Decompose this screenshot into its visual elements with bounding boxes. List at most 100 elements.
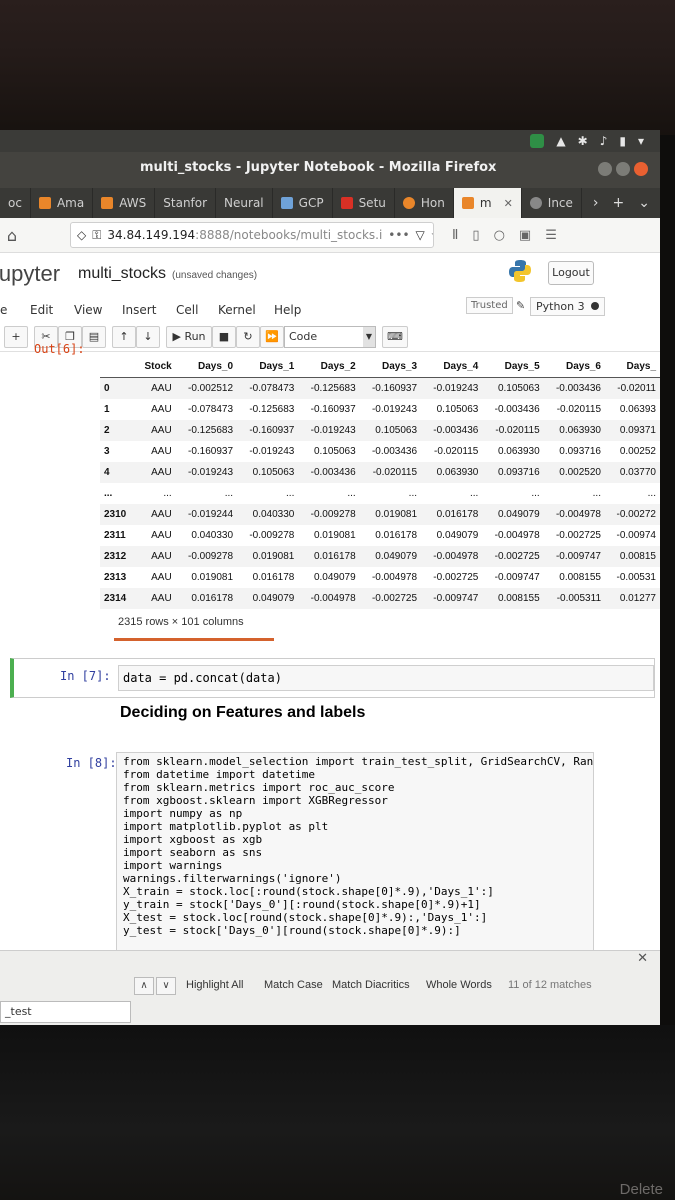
tab-label: Hon [420, 196, 445, 210]
library-icon[interactable]: Ⅱ [452, 228, 458, 243]
match-diacritics-toggle[interactable]: Match Diacritics [332, 979, 410, 991]
code-cell-selected[interactable]: In [7]: data = pd.concat(data) [10, 658, 655, 698]
table-cell: -0.019243 [175, 462, 238, 483]
tab[interactable]: Setu [333, 188, 395, 218]
pocket-icon[interactable]: ▽ [416, 228, 425, 242]
table-cell: 0.06393 [619, 404, 656, 415]
jupyter-header: jupyter multi_stocks (unsaved changes) Lo… [0, 253, 660, 297]
tab[interactable]: Neural [216, 188, 273, 218]
whole-words-toggle[interactable]: Whole Words [426, 979, 492, 991]
code-line: import numpy as np [123, 807, 243, 820]
close-button[interactable] [634, 162, 648, 176]
window-title: multi_stocks - Jupyter Notebook - Mozill… [140, 160, 497, 175]
menu-file[interactable]: e [0, 303, 7, 317]
table-cell: 0.049079 [436, 530, 479, 541]
code-input[interactable]: data = pd.concat(data) [118, 665, 654, 691]
table-cell: ... [531, 488, 540, 499]
table-cell: 0.063930 [543, 420, 605, 441]
jupyter-logo[interactable]: jupyter [0, 261, 60, 287]
code-line: y_train = stock['Days_0'][:round(stock.s… [123, 898, 481, 911]
table-cell: 0.093716 [559, 446, 601, 457]
toolbar-icons: Ⅱ ▯ ○ ▣ ☰ [452, 228, 557, 243]
tab-strip: oc Ama AWS Stanfor Neural GCP Setu Hon m… [0, 188, 660, 218]
logout-button[interactable]: Logout [548, 261, 594, 285]
table-cell: -0.002725 [482, 546, 544, 567]
tab-active[interactable]: m ✕ [453, 188, 522, 218]
menu-help[interactable]: Help [274, 303, 301, 317]
wifi-icon[interactable]: ▲ [556, 134, 565, 148]
menu-insert[interactable]: Insert [122, 303, 156, 317]
table-cell: -0.125683 [249, 404, 295, 415]
table-cell: AAU [134, 588, 176, 609]
table-cell: 0.049079 [482, 504, 544, 525]
extension-icon[interactable]: ▣ [519, 228, 531, 243]
match-case-toggle[interactable]: Match Case [264, 979, 323, 991]
table-cell: AAU [151, 446, 172, 457]
tab[interactable]: AWS [93, 188, 156, 218]
menu-kernel[interactable]: Kernel [218, 303, 256, 317]
menu-cell[interactable]: Cell [176, 303, 198, 317]
tab[interactable]: Stanfor [155, 188, 217, 218]
table-cell: -0.004978 [494, 530, 540, 541]
table-cell: -0.009278 [298, 504, 360, 525]
kernel-indicator: Python 3 [530, 297, 605, 316]
code-input[interactable]: from sklearn.model_selection import trai… [116, 752, 594, 959]
sidebar-icon[interactable]: ▯ [472, 228, 479, 243]
code-line: from sklearn.model_selection import trai… [123, 755, 594, 768]
tab[interactable]: Ama [31, 188, 94, 218]
bookmark-star-icon[interactable]: ☆ [431, 228, 433, 242]
hamburger-menu-icon[interactable]: ☰ [545, 228, 557, 243]
close-tab-icon[interactable]: ✕ [504, 197, 513, 210]
account-icon[interactable]: ○ [494, 228, 505, 243]
find-next-button[interactable]: ∨ [156, 977, 176, 995]
insecure-lock-icon[interactable]: ⚿ [92, 228, 101, 243]
code-line: import warnings [123, 859, 223, 872]
window-controls [598, 162, 648, 176]
tracking-shield-icon[interactable]: ◇ [77, 228, 86, 242]
power-menu-icon[interactable]: ▾ [638, 134, 644, 148]
column-header: Days_0 [175, 356, 238, 378]
menu-edit[interactable]: Edit [30, 303, 53, 317]
tab[interactable]: GCP [273, 188, 333, 218]
notebook-name[interactable]: multi_stocks (unsaved changes) [78, 265, 257, 283]
close-find-bar-icon[interactable]: ✕ [637, 951, 648, 966]
volume-icon[interactable]: ♪ [600, 134, 608, 148]
column-header: Stock [134, 356, 176, 378]
maximize-button[interactable] [616, 162, 630, 176]
menu-view[interactable]: View [74, 303, 102, 317]
kernel-status-icon [590, 302, 599, 310]
find-input[interactable]: _test [0, 1001, 131, 1023]
page-actions-icon[interactable]: ••• [388, 228, 409, 242]
table-cell: ... [224, 488, 234, 499]
table-cell: -0.002725 [359, 588, 422, 609]
table-cell: AAU [151, 572, 172, 583]
table-cell: 0.002520 [543, 462, 605, 483]
tab[interactable]: oc [0, 188, 31, 218]
find-bar: ✕ ∧ ∨ Highlight All Match Case Match Dia… [0, 950, 660, 1026]
tab[interactable]: Hon [395, 188, 454, 218]
new-tab-icon[interactable]: + [613, 195, 625, 211]
match-count: 11 of 12 matches [508, 979, 592, 991]
code-line: from sklearn.metrics import roc_auc_scor… [123, 781, 395, 794]
trusted-indicator[interactable]: Trusted [466, 297, 513, 314]
home-icon[interactable]: ⌂ [0, 226, 24, 245]
notebook-title[interactable]: multi_stocks [78, 265, 166, 282]
table-cell: 0.016178 [298, 546, 360, 567]
app-indicator-icon[interactable] [530, 134, 545, 148]
minimize-button[interactable] [598, 162, 612, 176]
table-cell: -0.160937 [359, 377, 422, 399]
row-index: 0 [100, 377, 135, 399]
table-cell: 0.016178 [421, 504, 483, 525]
url-bar[interactable]: ◇ ⚿ 34.84.149.194:8888/notebooks/multi_s… [70, 222, 434, 248]
battery-icon[interactable]: ▮ [619, 134, 626, 148]
tab-label: Setu [358, 196, 386, 210]
tab-scroll-icon[interactable]: › [593, 195, 599, 211]
highlight-all-toggle[interactable]: Highlight All [186, 979, 243, 991]
tab-list-icon[interactable]: ⌄ [638, 195, 650, 211]
bluetooth-icon[interactable]: ✱ [578, 134, 588, 148]
save-status: (unsaved changes) [172, 270, 258, 281]
output-scrollbar[interactable] [114, 638, 274, 641]
tab[interactable]: Ince [522, 188, 582, 218]
table-cell: AAU [134, 377, 176, 399]
find-previous-button[interactable]: ∧ [134, 977, 154, 995]
